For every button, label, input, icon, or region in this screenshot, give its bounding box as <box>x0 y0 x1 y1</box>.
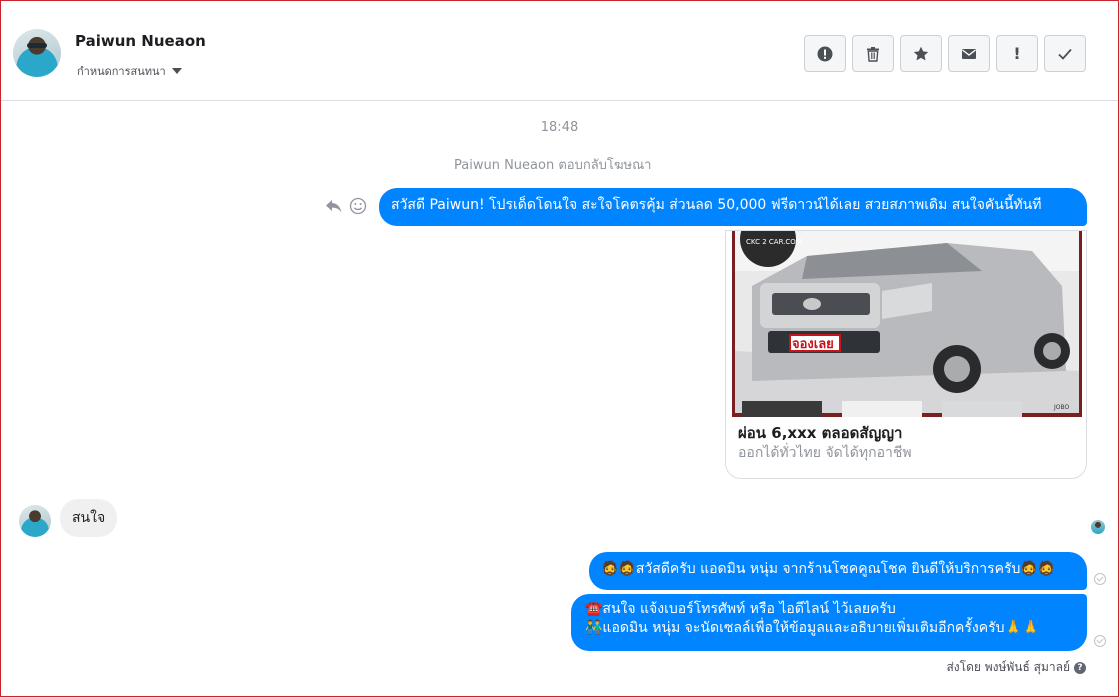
outgoing-contact-request-message[interactable]: ☎️สนใจ แจ้งเบอร์โทรศัพท์ หรือ ไอดีไลน์ ไ… <box>571 594 1087 651</box>
customer-avatar[interactable] <box>19 505 51 537</box>
message-timestamp: 18:48 <box>540 120 579 135</box>
exclamation-icon: ! <box>1013 44 1021 63</box>
conversation-header: Paiwun Nueaon กำหนดการสนทนา ! <box>1 1 1118 101</box>
book-now-stamp: จองเลย <box>792 337 834 352</box>
trash-icon <box>867 46 879 62</box>
delivered-check-icon <box>1094 635 1106 647</box>
contact-avatar[interactable] <box>13 29 61 77</box>
ad-preview-card[interactable]: CKC 2 CAR.COM จองเลย JOBO ผ่อน 6,xxx ตลอ… <box>725 230 1087 479</box>
message-actions <box>325 197 367 215</box>
star-button[interactable] <box>900 35 942 72</box>
mark-unread-button[interactable] <box>948 35 990 72</box>
follow-up-button[interactable]: ! <box>996 35 1038 72</box>
assign-conversation-dropdown[interactable]: กำหนดการสนทนา <box>77 62 182 80</box>
sent-by-text: ส่งโดย พงษ์พันธ์ สุมาลย์ <box>946 660 1070 674</box>
ad-reply-note: Paiwun Nueaon ตอบกลับโฆษณา <box>454 158 652 173</box>
ad-card-subtitle: ออกได้ทั่วไทย จัดได้ทุกอาชีพ <box>738 445 912 461</box>
ad-car-image: CKC 2 CAR.COM จองเลย JOBO <box>732 231 1082 417</box>
delivered-check-icon <box>1094 573 1106 585</box>
action-toolbar: ! <box>804 35 1086 72</box>
help-icon[interactable]: ? <box>1074 661 1086 674</box>
assign-label: กำหนดการสนทนา <box>77 65 166 78</box>
mark-done-button[interactable] <box>1044 35 1086 72</box>
dealer-logo: CKC 2 CAR.COM <box>746 238 802 246</box>
alert-circle-icon <box>817 46 833 61</box>
envelope-icon <box>962 48 976 59</box>
emoji-react-icon[interactable] <box>349 197 367 215</box>
outgoing-greeting-message[interactable]: 🧔🧔สวัสดีครับ แอดมิน หนุ่ม จากร้านโชคคูณโ… <box>589 552 1087 590</box>
delete-button[interactable] <box>852 35 894 72</box>
caret-down-icon <box>171 68 182 74</box>
report-button[interactable] <box>804 35 846 72</box>
message-line-2: 👬แอดมิน หนุ่ม จะนัดเซลล์เพื่อให้ข้อมูลแล… <box>585 620 1040 636</box>
sent-by-label: ส่งโดย พงษ์พันธ์ สุมาลย์ ? <box>946 658 1086 677</box>
reply-icon[interactable] <box>325 197 343 215</box>
star-icon <box>913 46 929 60</box>
message-line-1: ☎️สนใจ แจ้งเบอร์โทรศัพท์ หรือ ไอดีไลน์ ไ… <box>585 601 896 617</box>
contact-name[interactable]: Paiwun Nueaon <box>75 32 206 50</box>
image-plate-text: JOBO <box>1053 404 1070 411</box>
checkmark-icon <box>1058 48 1072 60</box>
messenger-window: Paiwun Nueaon กำหนดการสนทนา ! 18:48 Paiw… <box>0 0 1119 697</box>
incoming-message[interactable]: สนใจ <box>60 499 118 537</box>
seen-avatar-indicator <box>1091 520 1105 534</box>
outgoing-ad-message[interactable]: สวัสดี Paiwun! โปรเด็ดโดนใจ สะใจโคตรคุ้ม… <box>379 188 1087 226</box>
